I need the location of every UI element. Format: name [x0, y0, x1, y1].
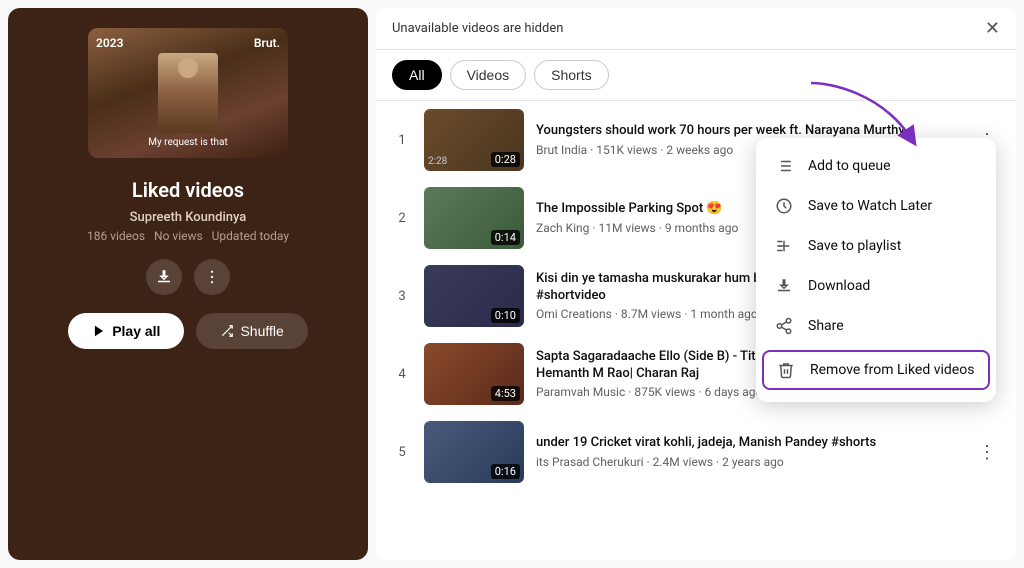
- menu-label-save-playlist: Save to playlist: [808, 238, 901, 254]
- thumb-person-figure: [158, 53, 218, 133]
- video-thumb-container-1: 2:28 0:28: [424, 109, 524, 171]
- shuffle-button[interactable]: Shuffle: [196, 313, 307, 349]
- video-number-1: 1: [392, 133, 412, 148]
- video-title-5: under 19 Cricket virat kohli, jadeja, Ma…: [536, 435, 962, 452]
- more-options-btn[interactable]: [194, 259, 230, 295]
- download-icon: [774, 276, 794, 296]
- video-thumb-container-2: 0:14: [424, 187, 524, 249]
- playback-buttons: Play all Shuffle: [28, 313, 348, 349]
- context-menu: Add to queue Save to Watch Later: [756, 138, 996, 402]
- clock-icon: [774, 196, 794, 216]
- filter-tabs: All Videos Shorts: [376, 50, 1016, 101]
- video-number-2: 2: [392, 211, 412, 226]
- menu-item-remove-liked[interactable]: Remove from Liked videos: [762, 350, 990, 390]
- thumb-caption: My request is that: [148, 137, 228, 148]
- video-number-3: 3: [392, 289, 412, 304]
- playlist-thumbnail: 2023 Brut. My request is that: [88, 28, 288, 158]
- menu-label-watch-later: Save to Watch Later: [808, 198, 932, 214]
- download-icon-btn[interactable]: [146, 259, 182, 295]
- video-thumb-container-4: 4:53: [424, 343, 524, 405]
- menu-item-download[interactable]: Download: [756, 266, 996, 306]
- playlist-meta: 186 videos No views Updated today: [87, 229, 289, 243]
- playlist-title: Liked videos: [132, 178, 244, 202]
- channel-name: Supreeth Koundinya: [130, 210, 247, 225]
- notification-bar: Unavailable videos are hidden ✕: [376, 8, 1016, 50]
- video-duration-1: 0:28: [491, 152, 520, 167]
- thumb-year: 2023: [96, 36, 123, 50]
- video-thumb-container-5: 0:16: [424, 421, 524, 483]
- video-duration-5: 0:16: [491, 464, 520, 479]
- video-info-5: under 19 Cricket virat kohli, jadeja, Ma…: [536, 435, 962, 469]
- video-meta-5: its Prasad Cherukuri · 2.4M views · 2 ye…: [536, 455, 962, 469]
- left-panel: 2023 Brut. My request is that Liked vide…: [8, 8, 368, 560]
- playlist-add-icon: [774, 236, 794, 256]
- right-panel: Unavailable videos are hidden ✕ All Vide…: [376, 8, 1016, 560]
- menu-label-remove-liked: Remove from Liked videos: [810, 362, 974, 378]
- menu-item-save-playlist[interactable]: Save to playlist: [756, 226, 996, 266]
- play-all-button[interactable]: Play all: [68, 313, 184, 349]
- video-more-btn-5[interactable]: ⋮: [974, 438, 1000, 467]
- video-number-5: 5: [392, 445, 412, 460]
- tab-videos[interactable]: Videos: [450, 60, 527, 90]
- share-icon: [774, 316, 794, 336]
- action-icons: [146, 259, 230, 295]
- thumb-brand: Brut.: [254, 36, 280, 50]
- video-duration-3: 0:10: [491, 308, 520, 323]
- notification-close-btn[interactable]: ✕: [985, 18, 1000, 39]
- menu-label-share: Share: [808, 318, 844, 334]
- notification-text: Unavailable videos are hidden: [392, 21, 563, 36]
- menu-item-watch-later[interactable]: Save to Watch Later: [756, 186, 996, 226]
- menu-label-download: Download: [808, 278, 870, 294]
- video-duration-2: 0:14: [491, 230, 520, 245]
- queue-icon: [774, 156, 794, 176]
- video-item-5[interactable]: 5 0:16 under 19 Cricket virat kohli, jad…: [384, 413, 1008, 491]
- menu-item-share[interactable]: Share: [756, 306, 996, 346]
- video-duration-4: 4:53: [491, 386, 520, 401]
- tab-all[interactable]: All: [392, 60, 442, 90]
- video-thumb-container-3: 0:10: [424, 265, 524, 327]
- menu-item-add-queue[interactable]: Add to queue: [756, 146, 996, 186]
- tab-shorts[interactable]: Shorts: [534, 60, 608, 90]
- menu-label-add-queue: Add to queue: [808, 158, 891, 174]
- trash-icon: [776, 360, 796, 380]
- video-number-4: 4: [392, 367, 412, 382]
